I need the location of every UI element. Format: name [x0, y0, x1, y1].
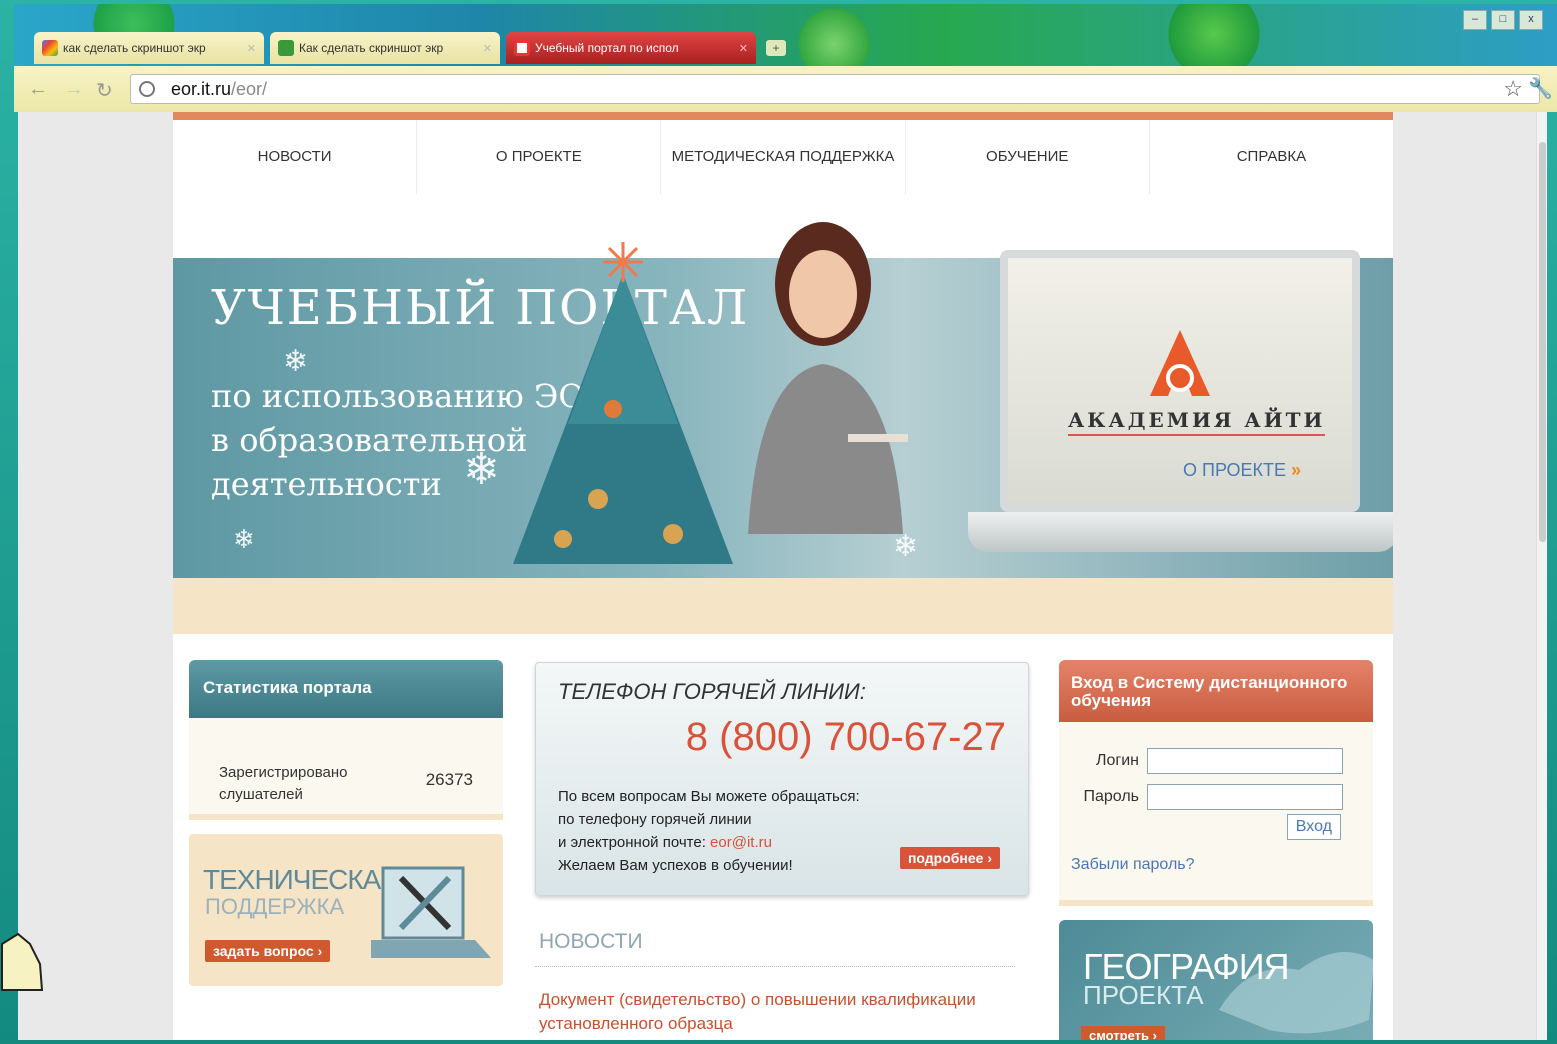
- reload-icon[interactable]: ↻: [96, 78, 113, 103]
- menu-item-methodical[interactable]: МЕТОДИЧЕСКАЯ ПОДДЕРЖКА: [661, 120, 906, 194]
- laptop-screen: АКАДЕМИЯ АЙТИ О ПРОЕКТЕ »: [1000, 250, 1360, 512]
- stats-header: Статистика портала: [189, 660, 503, 718]
- browser-tab-3-active[interactable]: Учебный портал по испол ✕: [506, 32, 756, 64]
- tech-support-banner[interactable]: ТЕХНИЧЕСКАЯ ПОДДЕРЖКА задать вопрос ›: [189, 834, 503, 986]
- tab-title: как сделать скриншот экр: [63, 41, 206, 55]
- news-divider: [535, 966, 1015, 967]
- christmas-tree-image: [513, 242, 733, 564]
- news-item-link[interactable]: Документ (свидетельство) о повышении ква…: [539, 988, 1019, 1036]
- view-geo-button[interactable]: смотреть ›: [1081, 1026, 1165, 1040]
- login-box: Вход в Систему дистанционного обучения Л…: [1059, 660, 1373, 906]
- browser-tab-1[interactable]: как сделать скриншот экр ✕: [34, 32, 264, 64]
- hotline-line: по телефону горячей линии: [558, 811, 752, 828]
- forgot-password-link[interactable]: Забыли пароль?: [1071, 856, 1195, 874]
- back-icon[interactable]: ←: [28, 78, 48, 101]
- snowflake-icon: ❄: [893, 530, 919, 563]
- tech-support-subtitle: ПОДДЕРЖКА: [205, 894, 345, 919]
- maximize-button[interactable]: □: [1491, 10, 1515, 30]
- address-bar[interactable]: eor.it.ru/eor/: [130, 74, 1540, 104]
- stats-box: Зарегистрировано слушателей 26373: [189, 718, 503, 820]
- login-label: Логин: [1095, 752, 1139, 769]
- left-column: Статистика портала Зарегистрировано слуш…: [189, 660, 503, 986]
- close-tab-icon[interactable]: ✕: [483, 42, 492, 55]
- academy-icon: [514, 40, 530, 56]
- screenshot-frame: как сделать скриншот экр ✕ Как сделать с…: [0, 0, 1557, 1044]
- login-header: Вход в Систему дистанционного обучения: [1059, 660, 1373, 722]
- snowflake-icon: ❄: [463, 445, 500, 494]
- hotline-text: По всем вопросам Вы можете обращаться: п…: [558, 785, 860, 877]
- hotline-line: Желаем Вам успехов в обучении!: [558, 857, 793, 874]
- tab-title: Как сделать скриншот экр: [299, 41, 444, 55]
- url-host: eor.it.ru: [171, 79, 232, 99]
- login-row: Логин: [1096, 748, 1343, 774]
- google-icon: [42, 40, 58, 56]
- woman-photo: [748, 222, 908, 534]
- globe-icon: [139, 81, 155, 97]
- tools-laptop-icon: [371, 866, 491, 958]
- web-page: НОВОСТИ О ПРОЕКТЕ МЕТОДИЧЕСКАЯ ПОДДЕРЖКА…: [173, 112, 1393, 1040]
- main-menu: НОВОСТИ О ПРОЕКТЕ МЕТОДИЧЕСКАЯ ПОДДЕРЖКА…: [173, 120, 1393, 194]
- top-accent-line: [173, 112, 1393, 120]
- close-tab-icon[interactable]: ✕: [247, 42, 256, 55]
- hotline-email-link[interactable]: eor@it.ru: [710, 834, 772, 851]
- login-input[interactable]: [1147, 748, 1343, 774]
- scrollbar-thumb[interactable]: [1539, 142, 1546, 542]
- tab-title: Учебный портал по испол: [535, 41, 679, 55]
- academy-logo-icon: [1150, 330, 1210, 396]
- password-label: Пароль: [1083, 788, 1139, 805]
- login-submit-button[interactable]: Вход: [1286, 814, 1341, 840]
- page-viewport: НОВОСТИ О ПРОЕКТЕ МЕТОДИЧЕСКАЯ ПОДДЕРЖКА…: [18, 112, 1547, 1040]
- hotline-line: и электронной почте:: [558, 834, 711, 851]
- geography-banner[interactable]: ГЕОГРАФИЯ ПРОЕКТА смотреть ›: [1059, 920, 1373, 1040]
- academy-name: АКАДЕМИЯ АЙТИ: [1068, 408, 1326, 436]
- chevron-right-icon: »: [1291, 460, 1302, 480]
- hotline-title: ТЕЛЕФОН ГОРЯЧЕЙ ЛИНИИ:: [558, 679, 866, 704]
- url-path: /eor/: [231, 79, 268, 99]
- hotline-box: ТЕЛЕФОН ГОРЯЧЕЙ ЛИНИИ: 8 (800) 700-67-27…: [535, 662, 1029, 896]
- about-project-link[interactable]: О ПРОЕКТЕ »: [1183, 460, 1301, 481]
- more-button[interactable]: подробнее ›: [899, 847, 1000, 869]
- minimize-button[interactable]: –: [1463, 10, 1487, 30]
- menu-item-news[interactable]: НОВОСТИ: [173, 120, 418, 194]
- wrench-icon[interactable]: 🔧: [1528, 76, 1553, 101]
- browser-toolbar: ← → ↻ eor.it.ru/eor/ ☆ 🔧: [14, 66, 1557, 112]
- close-tab-icon[interactable]: ✕: [739, 42, 748, 55]
- snowflake-icon: ❄: [233, 524, 255, 554]
- password-row: Пароль: [1083, 784, 1343, 810]
- stats-label: Зарегистрировано слушателей: [219, 764, 348, 803]
- tab-strip: как сделать скриншот экр ✕ Как сделать с…: [14, 4, 1557, 66]
- scrollbar[interactable]: [1536, 112, 1547, 1040]
- window-controls: – □ x: [1463, 10, 1543, 30]
- news-header: НОВОСТИ: [539, 930, 643, 953]
- menu-item-help[interactable]: СПРАВКА: [1150, 120, 1393, 194]
- browser-tab-2[interactable]: Как сделать скриншот экр ✕: [270, 32, 500, 64]
- close-window-button[interactable]: x: [1519, 10, 1543, 30]
- hotline-line: По всем вопросам Вы можете обращаться:: [558, 788, 860, 805]
- geo-subtitle: ПРОЕКТА: [1083, 980, 1204, 1010]
- hand-cursor-icon: [1, 932, 44, 991]
- laptop-image: АКАДЕМИЯ АЙТИ О ПРОЕКТЕ »: [968, 230, 1393, 570]
- hero-banner: УЧЕБНЫЙ ПОРТАЛ по использованию ЭОР в об…: [173, 194, 1393, 578]
- beige-strip: [173, 578, 1393, 634]
- snowflake-icon: ❄: [283, 345, 309, 378]
- about-link-text: О ПРОЕКТЕ: [1183, 460, 1287, 480]
- menu-item-about[interactable]: О ПРОЕКТЕ: [417, 120, 662, 194]
- arrow-icon: [278, 40, 294, 56]
- bookmark-star-icon[interactable]: ☆: [1503, 76, 1523, 102]
- password-input[interactable]: [1147, 784, 1343, 810]
- laptop-base: [968, 512, 1393, 552]
- login-form: Логин Пароль Вход Забыли пароль?: [1059, 722, 1373, 906]
- ask-question-button[interactable]: задать вопрос ›: [205, 940, 331, 962]
- new-tab-button[interactable]: +: [766, 40, 786, 56]
- hotline-phone: 8 (800) 700-67-27: [685, 715, 1006, 759]
- menu-item-training[interactable]: ОБУЧЕНИЕ: [906, 120, 1150, 194]
- forward-icon[interactable]: →: [64, 78, 84, 101]
- stats-value: 26373: [425, 770, 473, 789]
